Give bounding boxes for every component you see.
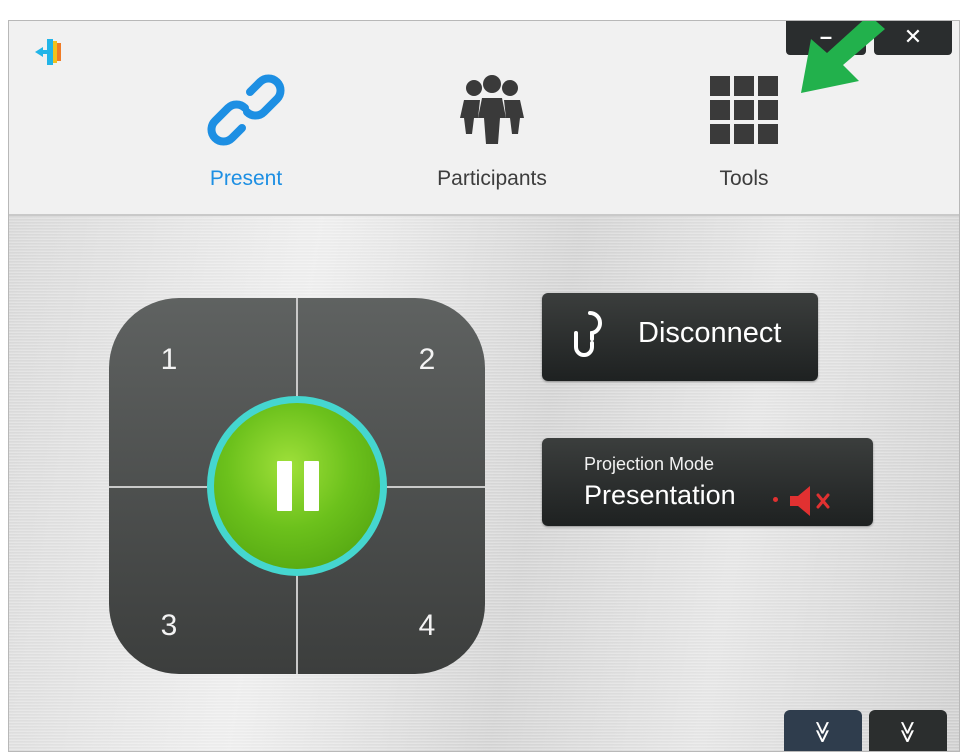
quadrant-4-button[interactable]: 4 bbox=[397, 596, 457, 656]
pause-icon bbox=[277, 461, 292, 511]
muted-speaker-icon bbox=[790, 486, 830, 516]
tab-participants-label: Participants bbox=[437, 167, 547, 190]
close-icon: ✕ bbox=[903, 24, 923, 49]
separator-dot bbox=[773, 497, 778, 502]
projection-mode-button[interactable]: Projection Mode Presentation bbox=[542, 438, 873, 526]
quadrant-3-button[interactable]: 3 bbox=[139, 596, 199, 656]
broken-link-icon bbox=[574, 311, 602, 357]
app-logo-icon bbox=[35, 39, 61, 65]
chevron-double-down-icon: ≫ bbox=[896, 720, 921, 744]
chevron-double-down-icon: ≫ bbox=[811, 720, 836, 744]
projection-mode-caption: Projection Mode bbox=[584, 454, 715, 474]
toolbar-header: – ✕ Present Participants Tools bbox=[9, 21, 959, 216]
expand-button-right[interactable]: ≫ bbox=[869, 710, 947, 751]
tab-present-label: Present bbox=[209, 167, 283, 190]
app-window: – ✕ Present Participants Tools 1 2 3 4 D… bbox=[8, 20, 960, 752]
tab-present[interactable]: Present bbox=[166, 65, 326, 191]
disconnect-button[interactable]: Disconnect bbox=[542, 293, 818, 381]
quadrant-2-button[interactable]: 2 bbox=[397, 330, 457, 390]
pause-icon-bar bbox=[304, 461, 319, 511]
main-content: 1 2 3 4 Disconnect Projection Mode Prese… bbox=[9, 216, 959, 751]
tab-tools-label: Tools bbox=[719, 167, 769, 190]
tab-tools[interactable]: Tools bbox=[664, 65, 824, 191]
participants-icon bbox=[460, 75, 524, 144]
link-icon bbox=[207, 74, 285, 146]
disconnect-label: Disconnect bbox=[638, 317, 782, 349]
tab-participants[interactable]: Participants bbox=[412, 65, 572, 191]
quadrant-1-button[interactable]: 1 bbox=[139, 330, 199, 390]
projection-mode-value: Presentation bbox=[584, 480, 736, 510]
pause-button[interactable] bbox=[207, 396, 387, 576]
expand-button-left[interactable]: ≫ bbox=[784, 710, 862, 751]
grid-icon bbox=[710, 76, 778, 144]
